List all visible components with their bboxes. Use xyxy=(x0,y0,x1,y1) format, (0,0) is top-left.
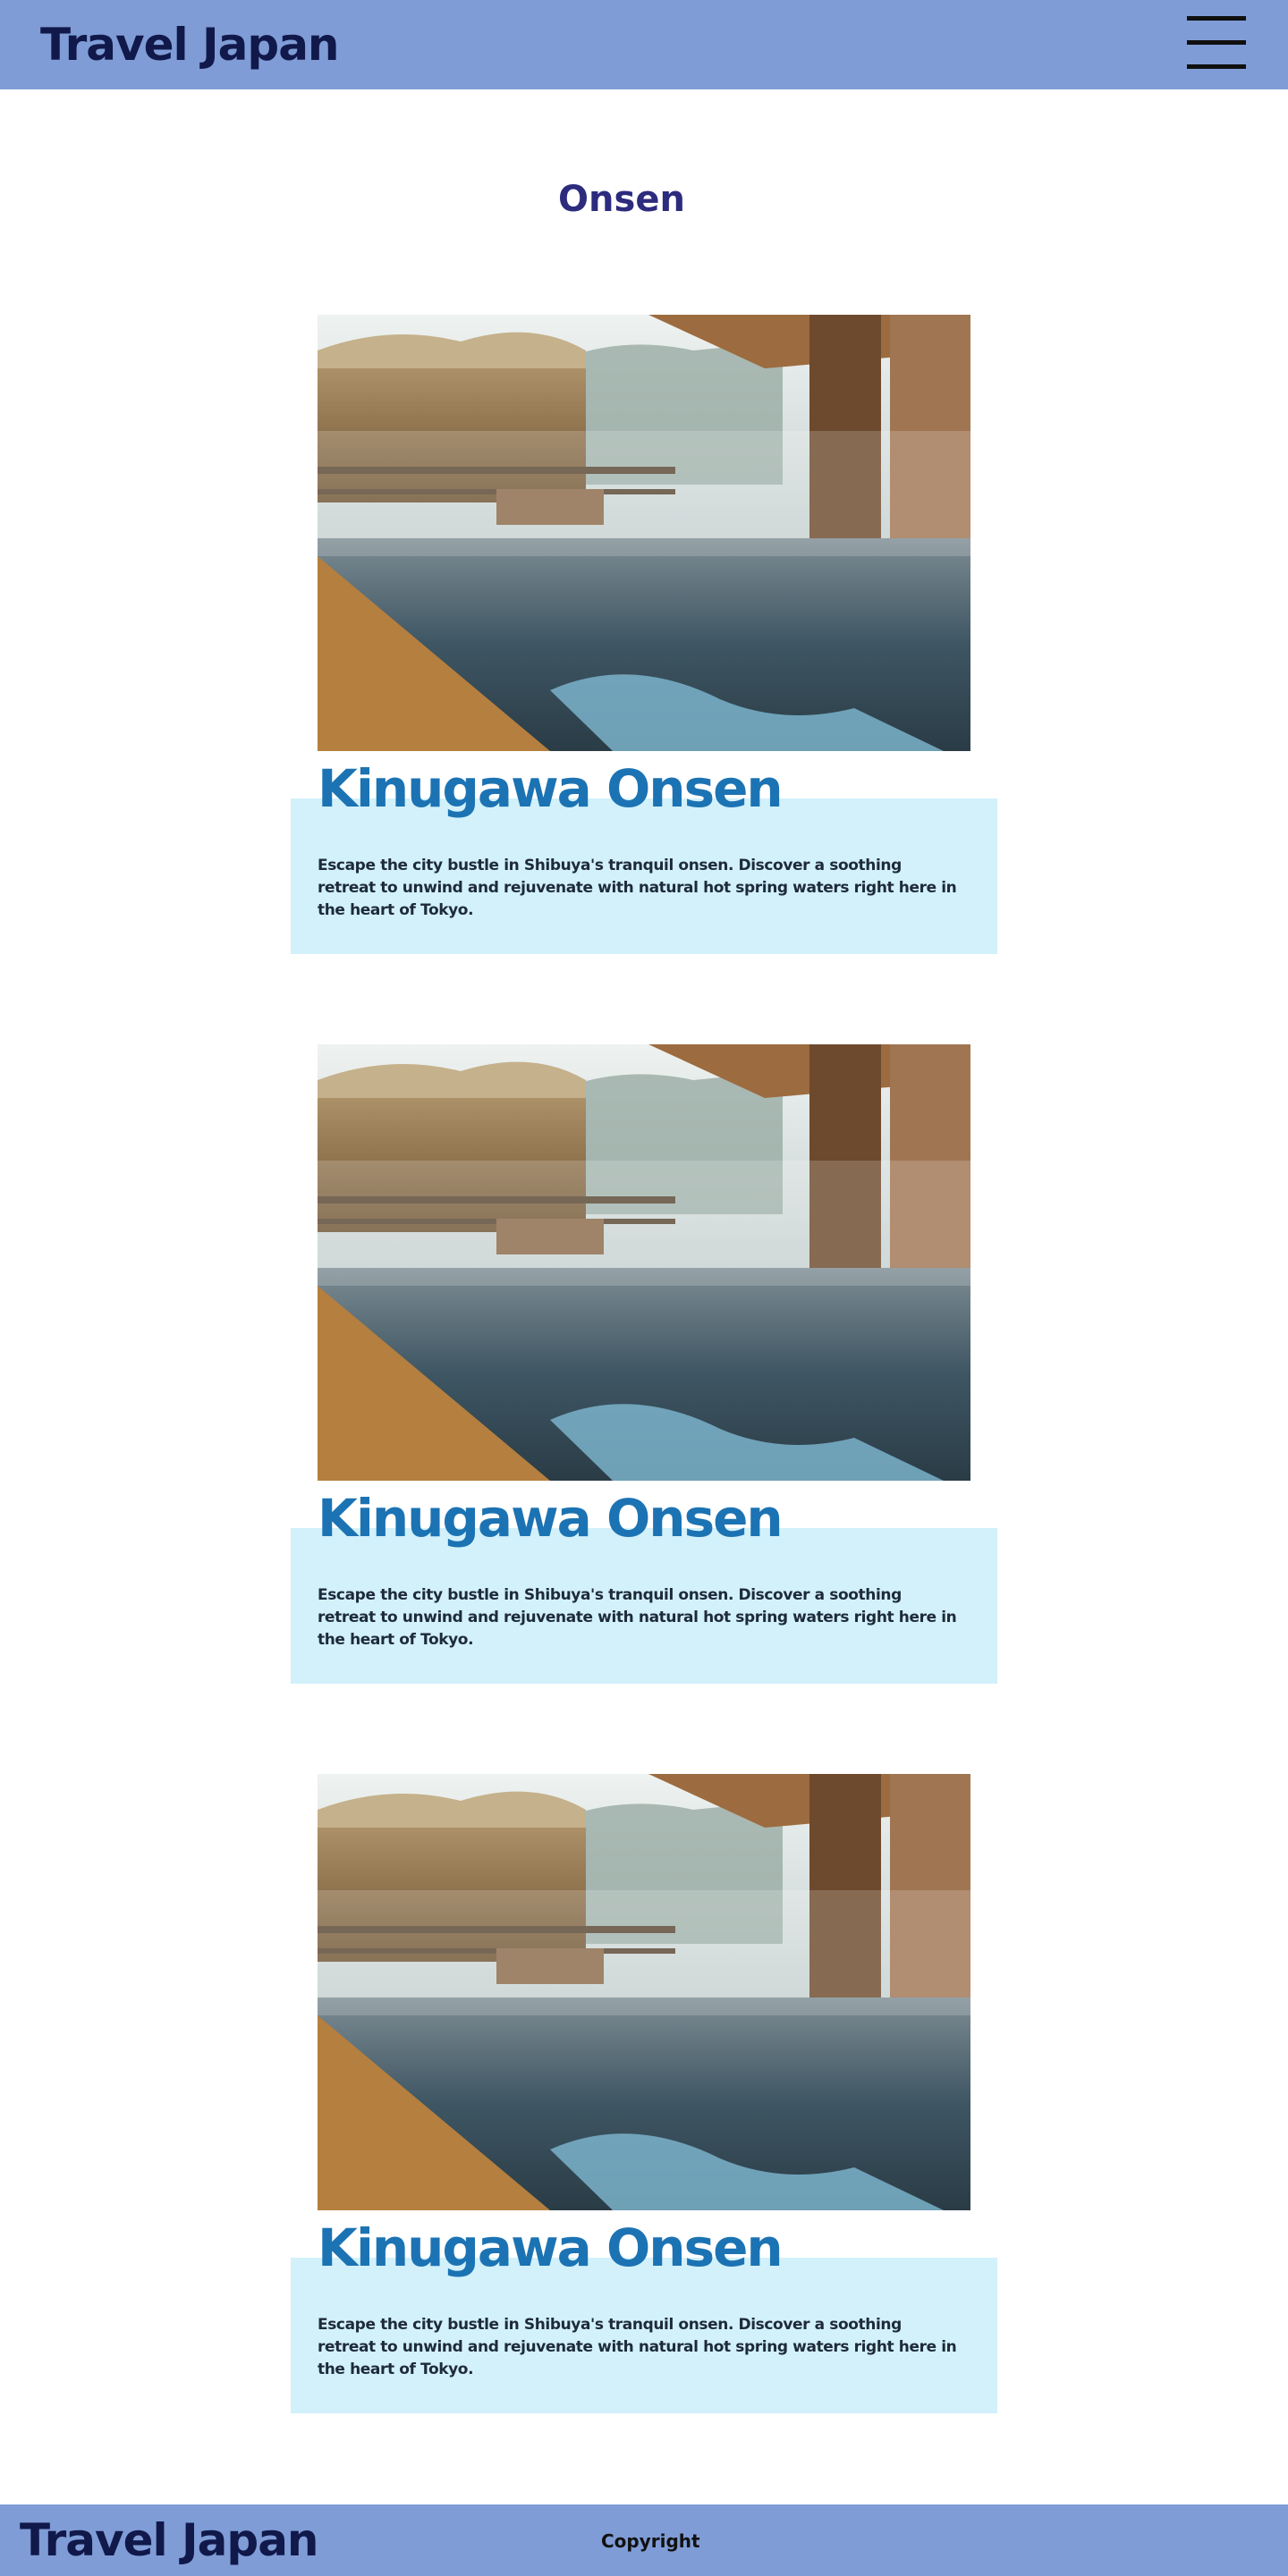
onsen-card: Kinugawa Onsen Escape the city bustle in… xyxy=(291,315,997,959)
menu-bar xyxy=(1187,16,1246,21)
hamburger-menu-icon[interactable] xyxy=(1187,16,1246,70)
onsen-photo xyxy=(318,315,970,751)
card-title: Kinugawa Onsen xyxy=(318,1488,784,1549)
page-title: Onsen xyxy=(558,179,685,220)
card-title: Kinugawa Onsen xyxy=(318,758,784,819)
card-title: Kinugawa Onsen xyxy=(318,2217,784,2278)
menu-bar xyxy=(1187,40,1246,45)
copyright-text: Copyright xyxy=(601,2530,700,2552)
card-description: Escape the city bustle in Shibuya's tran… xyxy=(318,857,957,919)
site-header: Travel Japan xyxy=(0,0,1288,89)
card-description: Escape the city bustle in Shibuya's tran… xyxy=(318,2316,957,2378)
footer-brand[interactable]: Travel Japan xyxy=(20,2508,319,2572)
card-description: Escape the city bustle in Shibuya's tran… xyxy=(318,1586,957,1649)
onsen-photo xyxy=(318,1774,970,2210)
onsen-photo xyxy=(318,1044,970,1481)
onsen-card: Kinugawa Onsen Escape the city bustle in… xyxy=(291,1044,997,1688)
onsen-card: Kinugawa Onsen Escape the city bustle in… xyxy=(291,1774,997,2418)
site-footer: Travel Japan Copyright xyxy=(0,2504,1288,2576)
menu-bar xyxy=(1187,64,1246,69)
site-brand[interactable]: Travel Japan xyxy=(40,13,340,77)
